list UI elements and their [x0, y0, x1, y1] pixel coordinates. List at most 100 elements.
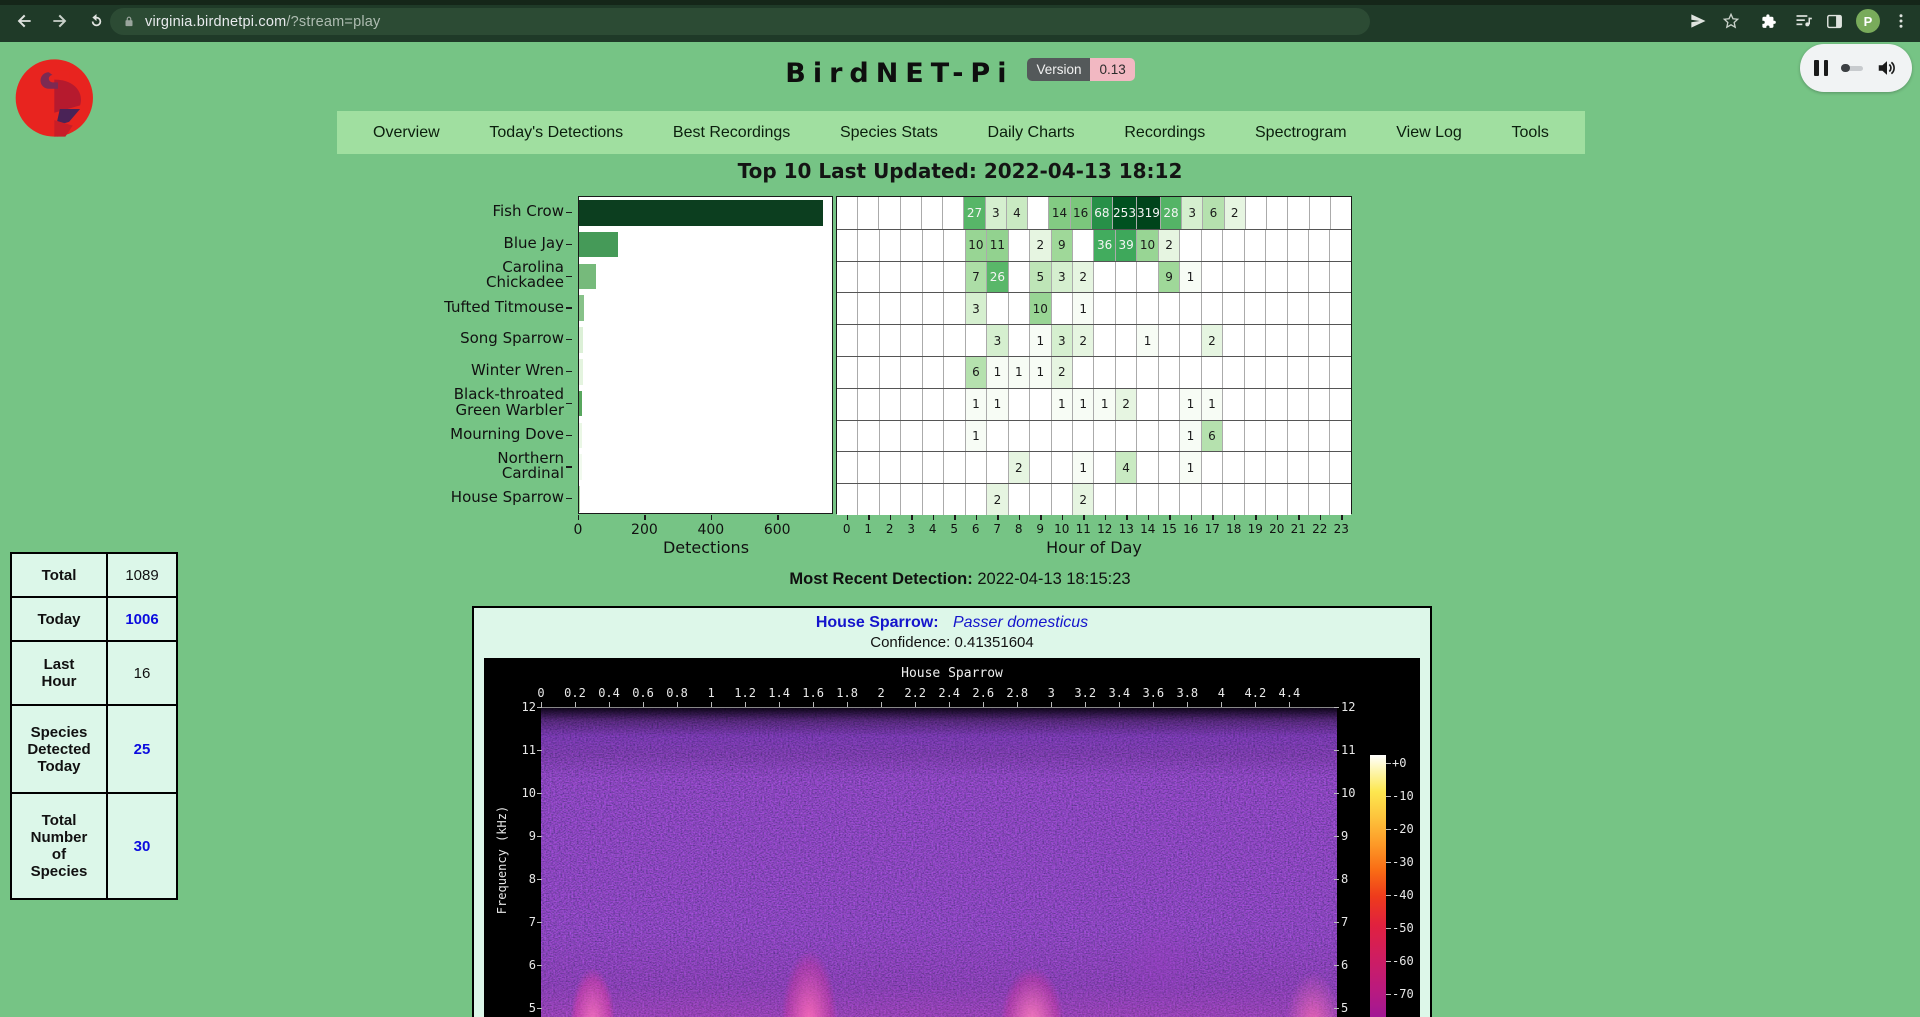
heatmap-cell [1309, 452, 1330, 483]
heatmap-cell: 10 [966, 230, 987, 261]
heatmap-cell: 2 [1030, 230, 1051, 261]
extensions-icon[interactable] [1757, 9, 1781, 33]
detection-species-name[interactable]: House Sparrow: [816, 614, 939, 631]
heatmap-cell [1266, 421, 1287, 452]
heatmap-cell [1159, 389, 1180, 420]
heatmap-cell [923, 484, 944, 515]
heatmap-cell [1309, 389, 1330, 420]
y-tick-mark [566, 339, 572, 340]
heatmap-cell [1030, 421, 1051, 452]
heatmap-cell [1288, 484, 1309, 515]
spec-time-tick: 4.4 [1279, 686, 1301, 700]
heatmap-cell [1137, 293, 1158, 324]
heatmap-cell [1028, 197, 1049, 229]
hour-tick-label: 2 [886, 522, 894, 536]
heatmap-cell [1159, 325, 1180, 356]
spectrogram-title: House Sparrow [484, 666, 1420, 681]
nav-item-species-stats[interactable]: Species Stats [840, 124, 938, 142]
stats-label: LastHour [11, 641, 107, 705]
reload-icon[interactable] [84, 9, 108, 33]
hour-tick-mark [976, 515, 977, 520]
hour-tick-mark [954, 515, 955, 520]
spec-time-tickmark [575, 702, 576, 707]
menu-kebab-icon[interactable] [1889, 9, 1913, 33]
heatmap-cell [1245, 325, 1266, 356]
nav-item-spectrogram[interactable]: Spectrogram [1255, 124, 1347, 142]
heatmap-cell [944, 484, 965, 515]
heatmap-cell [1330, 262, 1350, 293]
spec-time-tick: 1.2 [734, 686, 756, 700]
hour-tick-label: 1 [864, 522, 872, 536]
heatmap-cell [1094, 325, 1115, 356]
spec-time-tick: 3.8 [1176, 686, 1198, 700]
send-icon[interactable] [1686, 9, 1710, 33]
heatmap-cell [1288, 357, 1309, 388]
colorbar-tick-label: -20 [1392, 822, 1414, 836]
heatmap-cell [923, 357, 944, 388]
bookmark-star-icon[interactable] [1719, 9, 1743, 33]
heatmap-cell [944, 389, 965, 420]
heatmap-cell [1245, 421, 1266, 452]
heatmap-row: 3101 [837, 292, 1351, 324]
heatmap-cell [858, 197, 879, 229]
heatmap-cell [1288, 197, 1309, 229]
heatmap-cell [901, 325, 922, 356]
nav-item-daily-charts[interactable]: Daily Charts [988, 124, 1075, 142]
heatmap-row: 116 [837, 420, 1351, 452]
heatmap-cell: 2 [1159, 230, 1180, 261]
heatmap-cell [837, 389, 858, 420]
heatmap-cell [1094, 421, 1115, 452]
heatmap-cell [1330, 421, 1350, 452]
stats-value[interactable]: 30 [107, 793, 177, 899]
spec-freq-tickmark [537, 965, 542, 966]
colorbar-tickmark [1386, 862, 1391, 863]
heatmap-cell: 1 [1052, 389, 1073, 420]
hour-tick-mark [1191, 515, 1192, 520]
nav-item-overview[interactable]: Overview [373, 124, 440, 142]
heatmap-cell [1159, 452, 1180, 483]
heatmap-cell [1245, 484, 1266, 515]
heatmap-cell: 10 [1030, 293, 1051, 324]
media-controls-icon[interactable] [1792, 9, 1816, 33]
heatmap-cell [880, 262, 901, 293]
nav-item-recordings[interactable]: Recordings [1124, 124, 1205, 142]
back-icon[interactable] [12, 9, 36, 33]
url-bar[interactable]: virginia.birdnetpi.com/?stream=play [110, 8, 1370, 35]
heatmap-cell [1137, 452, 1158, 483]
heatmap-cell [1266, 325, 1287, 356]
most-recent-value: 2022-04-13 18:15:23 [977, 570, 1130, 588]
hour-tick-label: 3 [907, 522, 915, 536]
heatmap-cell: 1 [1202, 389, 1223, 420]
nav-item-view-log[interactable]: View Log [1396, 124, 1462, 142]
x-tick-label: 400 [697, 522, 724, 538]
spec-freq-tick-left: 9 [510, 829, 536, 843]
heatmap-row: 72653291 [837, 261, 1351, 293]
heatmap-cell: 1 [987, 357, 1008, 388]
nav-item-today-s-detections[interactable]: Today's Detections [489, 124, 623, 142]
nav-item-best-recordings[interactable]: Best Recordings [673, 124, 790, 142]
spec-freq-tickmark [537, 922, 542, 923]
spec-freq-tickmark [537, 1008, 542, 1009]
stats-table: Total1089Today1006LastHour16SpeciesDetec… [10, 552, 178, 900]
side-panel-icon[interactable] [1822, 9, 1846, 33]
heatmap-cell: 1 [1009, 357, 1030, 388]
heatmap-cell [1009, 293, 1030, 324]
heatmap-cell [858, 421, 879, 452]
spec-time-tickmark [1017, 702, 1018, 707]
stats-row: LastHour16 [11, 641, 177, 705]
stats-value[interactable]: 1006 [107, 597, 177, 641]
species-label: Tufted Titmouse [300, 291, 564, 323]
spec-time-tick: 0.8 [666, 686, 688, 700]
heatmap-cell [1030, 389, 1051, 420]
y-tick-mark [566, 403, 572, 404]
colorbar-tickmark [1386, 928, 1391, 929]
hour-tick-mark [1062, 515, 1063, 520]
version-value: 0.13 [1090, 58, 1134, 81]
nav-item-tools[interactable]: Tools [1512, 124, 1549, 142]
y-tick-mark [566, 244, 572, 245]
stats-value[interactable]: 25 [107, 705, 177, 793]
forward-icon[interactable] [48, 9, 72, 33]
heatmap-cell [923, 421, 944, 452]
heatmap-cell [1266, 389, 1287, 420]
profile-avatar[interactable]: P [1856, 9, 1880, 33]
